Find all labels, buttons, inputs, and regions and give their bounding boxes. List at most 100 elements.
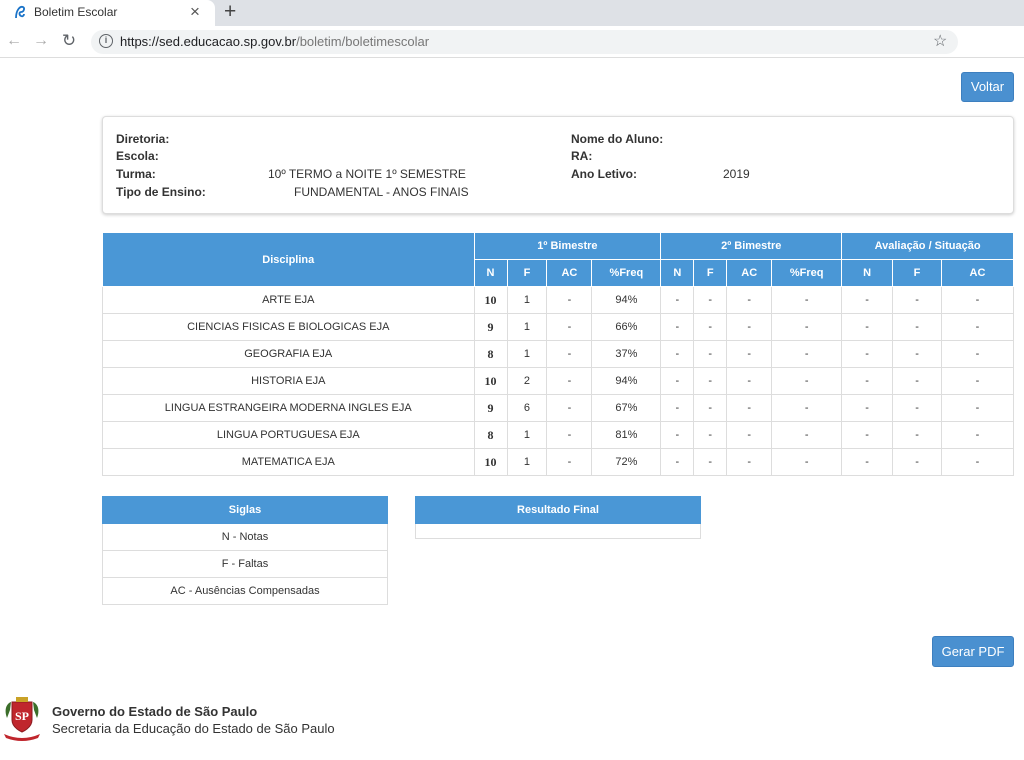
grade-cell: - [841, 421, 894, 449]
table-row: LINGUA ESTRANGEIRA MODERNA INGLES EJA 9 6-… [102, 394, 1014, 422]
grade-cell: 9 [473, 394, 508, 422]
siglas-table: Siglas N - Notas F - Faltas AC - Ausênci… [102, 496, 388, 605]
ano-letivo-value: 2019 [723, 167, 750, 181]
grade-cell: 1 [506, 286, 548, 314]
sub-col-header: AC [726, 259, 773, 287]
table-row: GEOGRAFIA EJA 8 1-37% - - - - - - - [102, 340, 1014, 368]
forward-arrow-icon[interactable]: → [30, 30, 52, 52]
grade-cell: - [941, 313, 1014, 341]
grade-cell: - [941, 340, 1014, 368]
sigla-item: AC - Ausências Compensadas [102, 577, 388, 605]
grade-cell: - [892, 286, 942, 314]
grade-cell: - [693, 367, 728, 395]
grades-body: ARTE EJA 10 1-94% - - - - - - - CIENCIAS FISICAS E… [102, 286, 1014, 476]
grade-cell: - [726, 421, 773, 449]
grade-cell: - [660, 367, 695, 395]
close-icon[interactable]: × [190, 2, 200, 22]
grade-cell: - [841, 448, 894, 476]
grade-cell: 9 [473, 313, 508, 341]
sub-col-header: F [693, 259, 728, 287]
grade-cell: - [693, 286, 728, 314]
resultado-final-header: Resultado Final [415, 496, 701, 524]
tipo-ensino-value: FUNDAMENTAL - ANOS FINAIS [294, 185, 469, 199]
sub-col-header: N [473, 259, 508, 287]
grade-cell: - [771, 394, 843, 422]
grade-cell: 67% [591, 394, 662, 422]
grade-cell: 66% [591, 313, 662, 341]
sp-favicon-icon [15, 5, 25, 19]
back-arrow-icon[interactable]: ← [3, 30, 25, 52]
sub-col-header: AC [546, 259, 593, 287]
plus-icon[interactable]: + [224, 0, 236, 24]
grade-cell: - [771, 286, 843, 314]
sub-col-header: N [841, 259, 894, 287]
tipo-ensino-label: Tipo de Ensino: [116, 185, 206, 199]
star-icon[interactable]: ☆ [933, 31, 947, 51]
sub-col-header: %Freq [771, 259, 843, 287]
grade-cell: - [841, 367, 894, 395]
grade-cell: - [546, 421, 593, 449]
grade-cell: - [726, 394, 773, 422]
grade-cell: 10 [473, 367, 508, 395]
grade-cell: 37% [591, 340, 662, 368]
grade-cell: 1 [506, 340, 548, 368]
grade-cell: - [693, 448, 728, 476]
voltar-button[interactable]: Voltar [961, 72, 1014, 102]
avaliacao-situacao-header: Avaliação / Situação [841, 232, 1014, 260]
grade-cell: - [726, 340, 773, 368]
grade-cell: - [660, 340, 695, 368]
grade-cell: - [726, 313, 773, 341]
bimestre-1-header: 1º Bimestre [473, 232, 662, 260]
grade-cell: 1 [506, 313, 548, 341]
siglas-header: Siglas [102, 496, 388, 524]
disciplina-cell: GEOGRAFIA EJA [102, 340, 475, 368]
tab-title: Boletim Escolar [34, 5, 118, 19]
grade-cell: - [771, 421, 843, 449]
grade-cell: 1 [506, 448, 548, 476]
table-row: LINGUA PORTUGUESA EJA 8 1-81% - - - - - - - [102, 421, 1014, 449]
grade-cell: - [693, 313, 728, 341]
grade-cell: 8 [473, 340, 508, 368]
grade-cell: - [841, 313, 894, 341]
sigla-item: N - Notas [102, 523, 388, 551]
grade-cell: - [841, 394, 894, 422]
url-path: /boletim/boletimescolar [296, 34, 430, 49]
grade-cell: 6 [506, 394, 548, 422]
grade-cell: - [693, 340, 728, 368]
grade-cell: - [660, 448, 695, 476]
nome-aluno-label: Nome do Aluno: [571, 132, 664, 146]
sub-col-header: AC [941, 259, 1014, 287]
reload-icon[interactable]: ↻ [58, 30, 80, 52]
disciplina-cell: CIENCIAS FISICAS E BIOLOGICAS EJA [102, 313, 475, 341]
footer-subtitle: Secretaria da Educação do Estado de São … [52, 721, 335, 736]
grade-cell: - [546, 340, 593, 368]
address-bar[interactable]: i https://sed.educacao.sp.gov.br/boletim… [91, 30, 958, 54]
disciplina-cell: LINGUA PORTUGUESA EJA [102, 421, 475, 449]
grade-cell: 81% [591, 421, 662, 449]
sub-col-header: N [660, 259, 695, 287]
browser-tab[interactable]: Boletim Escolar × [0, 0, 215, 26]
grade-cell: - [771, 313, 843, 341]
sub-col-header: %Freq [591, 259, 662, 287]
grade-cell: - [546, 394, 593, 422]
sigla-item: F - Faltas [102, 550, 388, 578]
gerar-pdf-button[interactable]: Gerar PDF [932, 636, 1014, 667]
grade-cell: - [726, 367, 773, 395]
grade-cell: - [660, 286, 695, 314]
ra-label: RA: [571, 149, 593, 163]
grade-cell: - [941, 367, 1014, 395]
grade-cell: - [660, 313, 695, 341]
grade-cell: 10 [473, 286, 508, 314]
grade-cell: - [693, 394, 728, 422]
grade-cell: - [892, 367, 942, 395]
grade-cell: 72% [591, 448, 662, 476]
grade-cell: 8 [473, 421, 508, 449]
turma-label: Turma: [116, 167, 156, 181]
escola-label: Escola: [116, 149, 159, 163]
browser-toolbar: ← → ↻ i https://sed.educacao.sp.gov.br/b… [0, 26, 1024, 58]
student-info-panel: Diretoria: Escola: Turma: 10º TERMO a NO… [102, 116, 1014, 214]
svg-text:SP: SP [15, 709, 29, 723]
grade-cell: - [546, 313, 593, 341]
info-icon[interactable]: i [99, 34, 113, 48]
grade-cell: 2 [506, 367, 548, 395]
